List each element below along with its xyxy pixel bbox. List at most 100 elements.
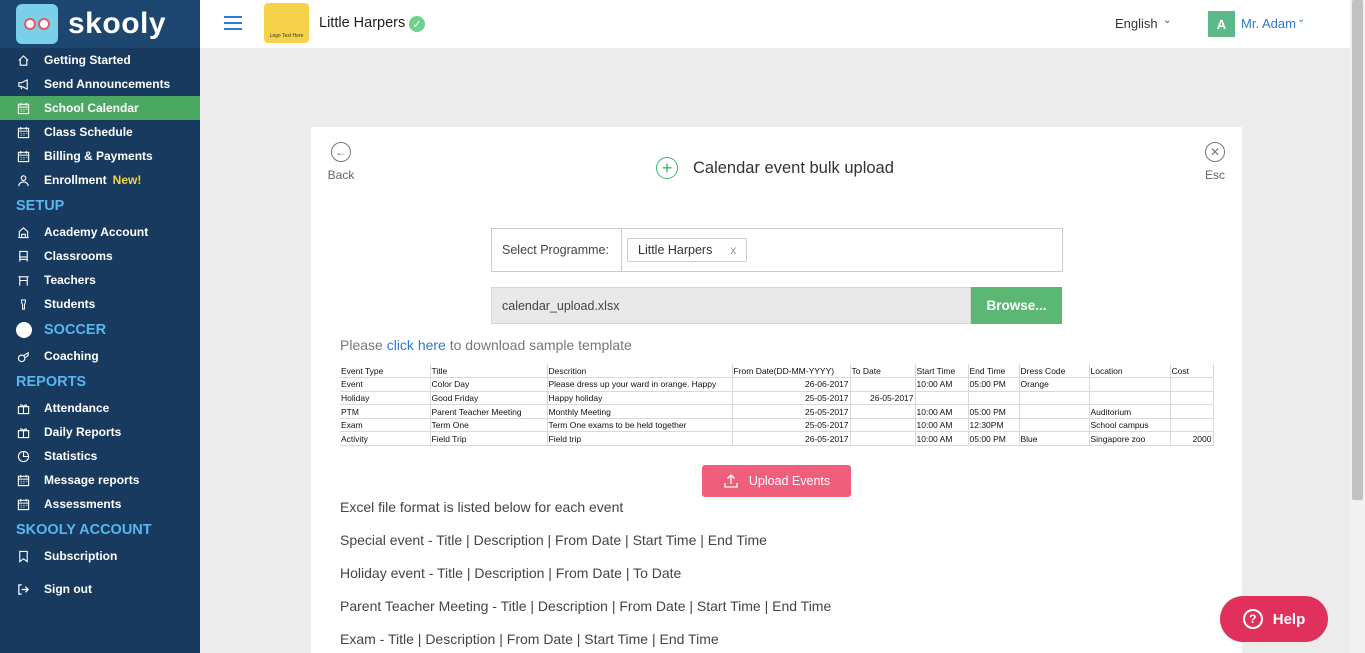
sidebar-item-label: Teachers: [44, 273, 96, 287]
sidebar-item-attendance[interactable]: Attendance: [0, 396, 200, 420]
user-menu[interactable]: Mr. Adam: [1241, 16, 1296, 31]
sidebar-item-classrooms[interactable]: Classrooms: [0, 244, 200, 268]
table-cell: 12:30PM: [968, 418, 1020, 433]
table-cell: Holiday: [340, 391, 431, 406]
sample-template-table: Event Type Title Descrition From Date(DD-MM…: [340, 364, 1214, 447]
remove-tag-icon[interactable]: x: [730, 243, 736, 257]
format-ptm: Parent Teacher Meeting - Title | Descrip…: [340, 598, 832, 614]
table-cell: Happy holiday: [547, 391, 733, 406]
whistle-icon: [16, 349, 30, 363]
table-cell: Exam: [340, 418, 431, 433]
download-template-link[interactable]: click here: [387, 337, 446, 353]
table-cell: [1170, 404, 1214, 419]
sidebar-item-enrollment[interactable]: Enrollment New!: [0, 168, 200, 192]
sidebar-item-label: Students: [44, 297, 96, 311]
chevron-down-icon[interactable]: ⌄: [1163, 15, 1171, 26]
close-icon: ✕: [1205, 142, 1225, 162]
format-exam: Exam - Title | Description | From Date |…: [340, 631, 719, 647]
school-logo[interactable]: Logo Text Here: [264, 3, 309, 43]
esc-button[interactable]: ✕ Esc: [1200, 142, 1230, 182]
sidebar: skooly Getting Started Send Announcements…: [0, 0, 200, 653]
scrollbar[interactable]: [1350, 0, 1365, 653]
sidebar-item-students[interactable]: Students: [0, 292, 200, 316]
avatar[interactable]: A: [1208, 11, 1235, 37]
calendar-icon: [16, 101, 30, 115]
sidebar-item-school-calendar[interactable]: School Calendar: [0, 96, 200, 120]
table-cell: 26-05-2017: [850, 391, 916, 406]
sidebar-item-coaching[interactable]: Coaching: [0, 344, 200, 368]
table-header-cell: Event Type: [340, 364, 431, 379]
section-skooly-account: SKOOLY ACCOUNT: [16, 522, 152, 538]
sidebar-item-subscription[interactable]: Subscription: [0, 544, 200, 568]
school-name: Little Harpers: [319, 15, 406, 31]
table-cell: Event: [340, 377, 431, 392]
help-button[interactable]: ? Help: [1220, 596, 1328, 642]
sidebar-item-teachers[interactable]: Teachers: [0, 268, 200, 292]
table-cell: [1170, 418, 1214, 433]
user-icon: [16, 173, 30, 187]
chevron-down-icon[interactable]: ⌄: [1297, 14, 1305, 25]
calendar-icon: [16, 149, 30, 163]
sidebar-item-statistics[interactable]: Statistics: [0, 444, 200, 468]
table-cell: Field trip: [547, 431, 733, 447]
table-row: PTM Parent Teacher Meeting Monthly Meeting…: [340, 404, 1214, 419]
nav-soccer: Coaching: [0, 344, 200, 368]
sidebar-item-message-reports[interactable]: Message reports: [0, 468, 200, 492]
sidebar-item-label: Assessments: [44, 497, 122, 511]
nav-reports: Attendance Daily Reports Statistics Message…: [0, 396, 200, 516]
table-cell: Term One: [430, 418, 548, 433]
table-cell: Singapore zoo: [1089, 431, 1171, 447]
gift-icon: [16, 425, 30, 439]
bulk-upload-card: ← Back + Calendar event bulk upload ✕ Es…: [311, 127, 1242, 653]
table-cell: 05:00 PM: [968, 377, 1020, 392]
table-cell: [850, 404, 916, 419]
hamburger-menu-icon[interactable]: [224, 16, 242, 30]
table-header-cell: Title: [430, 364, 548, 379]
browse-button[interactable]: Browse...: [971, 287, 1062, 324]
table-cell: Term One exams to be held together: [547, 418, 733, 433]
sidebar-item-academy-account[interactable]: Academy Account: [0, 220, 200, 244]
top-bar: Logo Text Here Little Harpers ✓ English …: [200, 0, 1365, 48]
sidebar-item-class-schedule[interactable]: Class Schedule: [0, 120, 200, 144]
nav-account: Subscription: [0, 544, 200, 568]
scrollbar-thumb[interactable]: [1352, 0, 1363, 500]
back-button[interactable]: ← Back: [326, 142, 356, 182]
home-icon: [16, 53, 30, 67]
table-cell: [850, 431, 916, 447]
sidebar-item-label: Statistics: [44, 449, 98, 463]
download-template-text: Please click here to download sample tem…: [340, 337, 632, 353]
school-logo-text: Logo Text Here: [269, 33, 304, 39]
table-cell: Please dress up your ward in orange. Hap…: [547, 377, 733, 392]
calendar-icon: [16, 125, 30, 139]
language-select[interactable]: English: [1115, 16, 1158, 31]
table-header-cell: From Date(DD-MM-YYYY): [732, 364, 851, 379]
building-icon: [16, 225, 30, 239]
table-cell: 2000: [1170, 431, 1214, 447]
programme-tag-label: Little Harpers: [638, 243, 713, 257]
sidebar-item-assessments[interactable]: Assessments: [0, 492, 200, 516]
file-name-field[interactable]: calendar_upload.xlsx: [491, 287, 971, 324]
sidebar-item-sign-out[interactable]: Sign out: [0, 577, 200, 601]
table-cell: Orange: [1019, 377, 1090, 392]
table-cell: 25-05-2017: [732, 418, 851, 433]
sidebar-item-send-announcements[interactable]: Send Announcements: [0, 72, 200, 96]
table-cell: [1170, 377, 1214, 392]
section-soccer: SOCCER: [0, 316, 200, 344]
table-cell: [1019, 391, 1090, 406]
table-header-cell: To Date: [850, 364, 916, 379]
upload-events-button[interactable]: Upload Events: [702, 465, 851, 497]
arrow-left-icon: ←: [331, 142, 351, 162]
format-holiday-event: Holiday event - Title | Description | Fr…: [340, 565, 682, 581]
programme-label: Select Programme:: [492, 229, 622, 271]
sidebar-item-label: Class Schedule: [44, 125, 133, 139]
esc-label: Esc: [1204, 168, 1225, 182]
card-header: + Calendar event bulk upload: [656, 157, 894, 179]
programme-select[interactable]: Select Programme: Little Harpers x: [491, 228, 1063, 272]
sidebar-item-daily-reports[interactable]: Daily Reports: [0, 420, 200, 444]
table-header-cell: Start Time: [915, 364, 969, 379]
sidebar-item-billing-payments[interactable]: Billing & Payments: [0, 144, 200, 168]
table-cell: [915, 391, 969, 406]
student-icon: [16, 297, 30, 311]
brand-logo[interactable]: skooly: [0, 0, 200, 48]
sidebar-item-getting-started[interactable]: Getting Started: [0, 48, 200, 72]
